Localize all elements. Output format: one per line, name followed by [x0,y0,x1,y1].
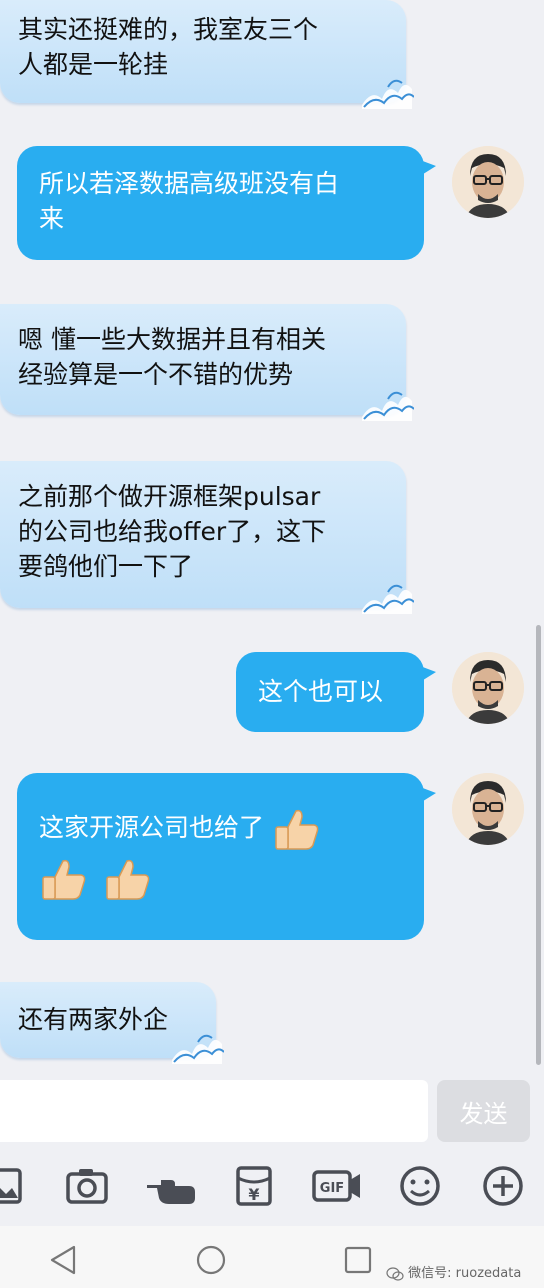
message-text: 的公司也给我offer了，这下 [18,517,327,546]
watermark-text: 微信号: ruozedata [408,1266,522,1281]
svg-text:¥: ¥ [248,1185,259,1204]
back-icon[interactable] [48,1244,78,1276]
watermark: 微信号: ruozedata [386,1262,521,1281]
thumbs-up-icon [275,809,319,850]
user-avatar-icon [452,146,524,218]
message-text: 经验算是一个不错的优势 [18,360,294,389]
gif-icon[interactable]: GIF [312,1164,362,1208]
wechat-icon [386,1266,404,1281]
message-line: 这家开源公司也给了 [39,803,406,853]
scrollbar[interactable] [536,625,541,1065]
message-text: 这个也可以 [258,677,384,706]
message-text: 人都是一轮挂 [18,50,169,79]
message-bubble-incoming[interactable]: 之前那个做开源框架pulsar 的公司也给我offer了，这下 要鸽他们一下了 [0,461,414,614]
message-text: 之前那个做开源框架pulsar [18,482,321,511]
svg-text:GIF: GIF [320,1181,344,1196]
wave-decoration-icon [362,391,414,421]
wave-decoration-icon [362,584,414,614]
image-icon[interactable] [0,1164,24,1208]
emoji-icon[interactable] [398,1164,442,1208]
recents-icon[interactable] [344,1246,372,1274]
message-text: 来 [39,204,65,233]
message-bubble-outgoing[interactable]: 这个也可以 [236,652,436,732]
message-bubble-outgoing[interactable]: 所以若泽数据高级班没有白 来 [17,146,436,260]
message-text: 嗯 懂一些大数据并且有相关 [18,325,326,354]
thumbs-up-icon [42,859,86,900]
message-bubble-outgoing[interactable]: 这家开源公司也给了 [17,773,436,940]
chat-area[interactable]: 其实还挺难的，我室友三个 人都是一轮挂 所以若泽数据高级班没有白 来 嗯 懂一些… [0,0,544,1078]
send-button[interactable]: 发送 [437,1080,530,1142]
message-text: 要鸽他们一下了 [18,552,194,581]
thumbs-up-icon [106,859,150,900]
message-input[interactable] [0,1080,428,1142]
avatar[interactable] [452,652,524,724]
wave-decoration-icon [362,79,414,109]
message-bubble-incoming[interactable]: 其实还挺难的，我室友三个 人都是一轮挂 [0,0,414,109]
red-packet-icon[interactable]: ¥ [232,1164,276,1208]
user-avatar-icon [452,652,524,724]
wave-decoration-icon [172,1034,224,1064]
emoji-line [39,853,406,903]
message-text: 这家开源公司也给了 [39,813,265,842]
avatar[interactable] [452,146,524,218]
avatar[interactable] [452,773,524,845]
home-icon[interactable] [195,1244,227,1276]
plus-icon[interactable] [481,1164,525,1208]
message-bubble-incoming[interactable]: 还有两家外企 [0,982,224,1064]
user-avatar-icon [452,773,524,845]
message-bubble-incoming[interactable]: 嗯 懂一些大数据并且有相关 经验算是一个不错的优势 [0,304,414,421]
camera-icon[interactable] [65,1164,109,1208]
message-text: 所以若泽数据高级班没有白 [39,169,340,198]
message-text: 其实还挺难的，我室友三个 [18,15,319,44]
poke-icon[interactable] [145,1164,199,1208]
